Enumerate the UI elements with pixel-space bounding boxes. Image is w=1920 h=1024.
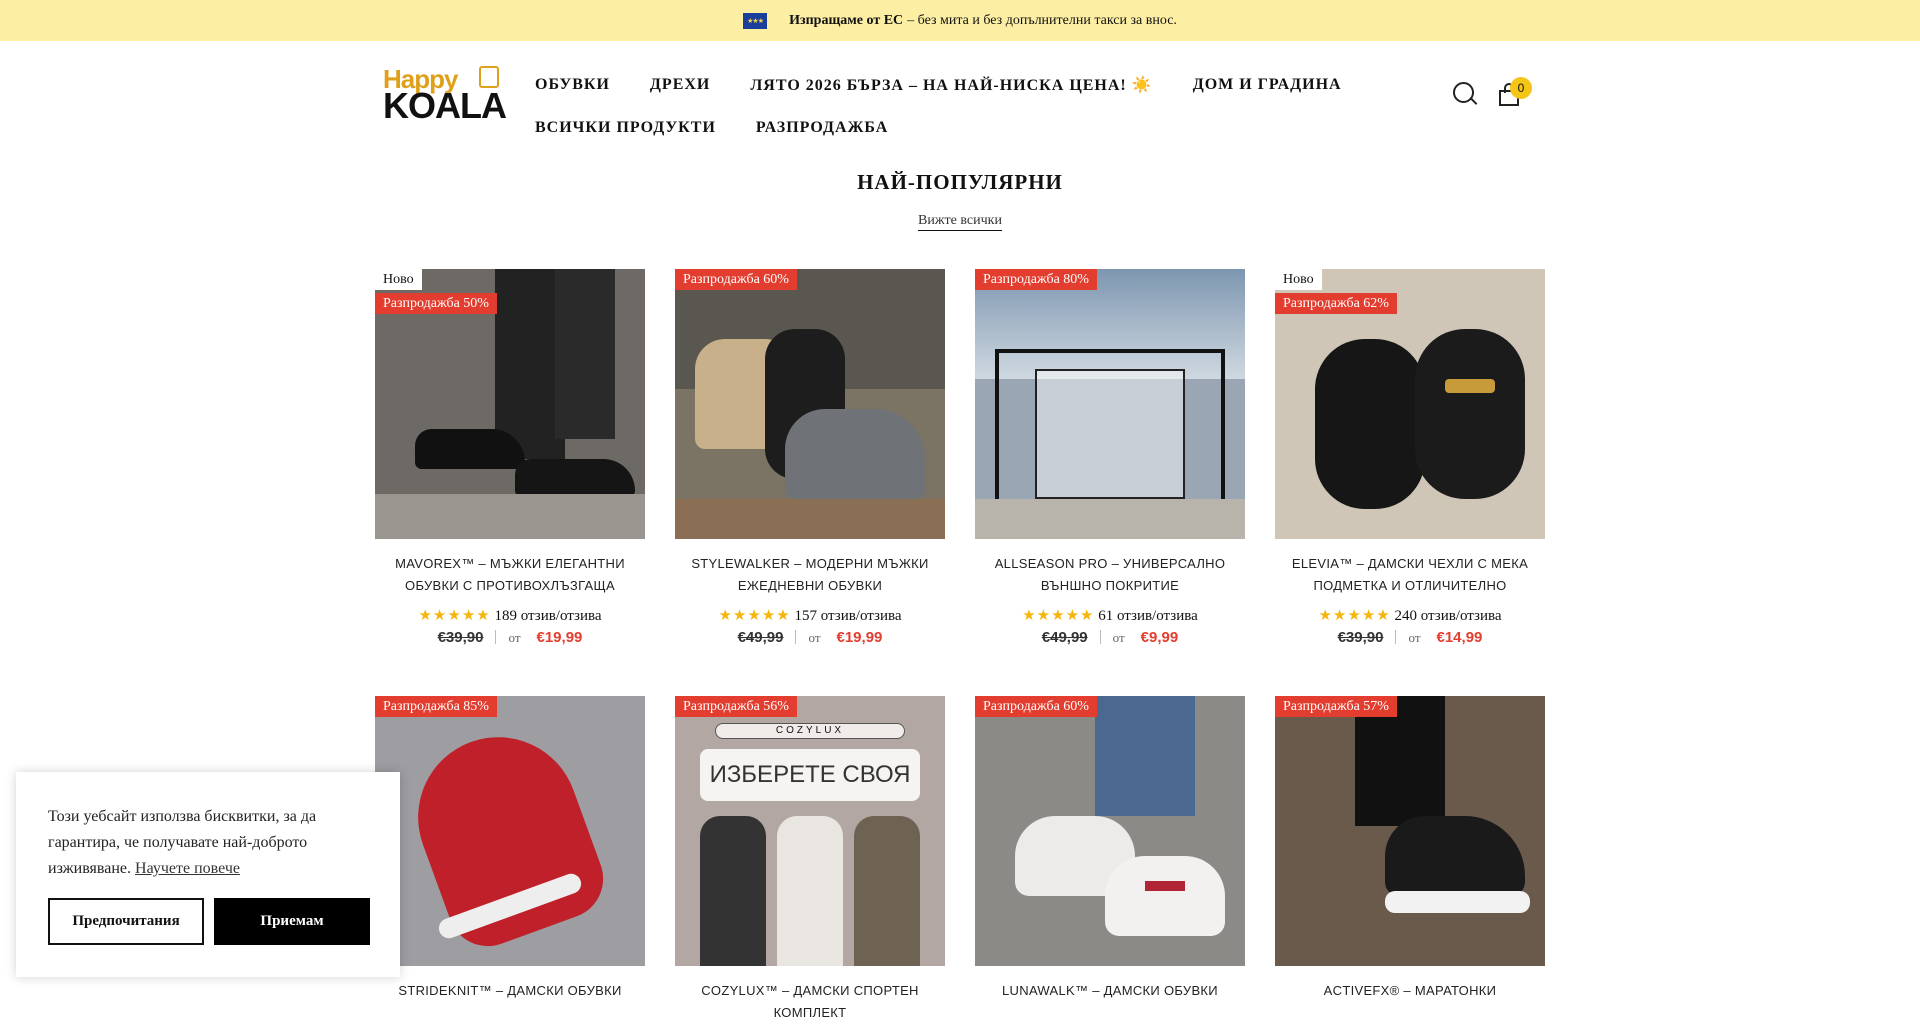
- main-nav: ОБУВКИ ДРЕХИ ЛЯТО 2026 БЪРЗА – НА НАЙ-НИ…: [535, 63, 1405, 149]
- product-image[interactable]: [675, 269, 945, 539]
- product-title[interactable]: MAVOREX™ – МЪЖКИ ЕЛЕГАНТНИ ОБУВКИ С ПРОТ…: [375, 553, 645, 597]
- cozylux-brand: COZYLUX: [715, 723, 905, 739]
- new-badge: Ново: [375, 269, 422, 290]
- sale-badge: Разпродажба 50%: [375, 293, 497, 314]
- old-price: €39,90: [1337, 629, 1384, 646]
- price-divider: [1099, 630, 1101, 644]
- new-badge: Ново: [1275, 269, 1322, 290]
- nav-summer-2026[interactable]: ЛЯТО 2026 БЪРЗА – НА НАЙ-НИСКА ЦЕНА! ☀️: [750, 75, 1152, 95]
- product-rating: ★★★★★ 157 отзив/отзива: [675, 606, 945, 625]
- product-price: €49,99 от €19,99: [675, 629, 945, 646]
- announcement-bold: Изпращаме от ЕС: [789, 12, 904, 28]
- cookie-preferences-button[interactable]: Предпочитания: [48, 898, 204, 945]
- product-title[interactable]: ALLSEASON PRO – УНИВЕРСАЛНО ВЪНШНО ПОКРИ…: [975, 553, 1245, 597]
- product-price: €49,99 от €9,99: [975, 629, 1245, 646]
- product-title[interactable]: STYLEWALKER – МОДЕРНИ МЪЖКИ ЕЖЕДНЕВНИ ОБ…: [675, 553, 945, 597]
- nav-all-products[interactable]: ВСИЧКИ ПРОДУКТИ: [535, 119, 716, 137]
- rating-stars-icon: ★★★★★: [1022, 608, 1095, 624]
- product-title[interactable]: LUNAWALK™ – ДАМСКИ ОБУВКИ: [975, 980, 1245, 1002]
- old-price: €49,99: [737, 629, 784, 646]
- old-price: €39,90: [437, 629, 484, 646]
- price-from-label: от: [508, 630, 521, 645]
- price-divider: [1395, 630, 1397, 644]
- review-count: 61 отзив/отзива: [1098, 608, 1198, 624]
- sale-badge: Разпродажба 80%: [975, 269, 1097, 290]
- product-image[interactable]: [975, 696, 1245, 966]
- sale-badge: Разпродажба 57%: [1275, 696, 1397, 717]
- logo-word-koala: KOALA: [383, 85, 507, 126]
- product-price: €39,90 от €14,99: [1275, 629, 1545, 646]
- announcement-text: – без мита и без допълнителни такси за в…: [907, 12, 1177, 28]
- product-rating: ★★★★★ 240 отзив/отзива: [1275, 606, 1545, 625]
- rating-stars-icon: ★★★★★: [418, 608, 491, 624]
- product-image[interactable]: [975, 269, 1245, 539]
- nav-shoes[interactable]: ОБУВКИ: [535, 76, 610, 94]
- rating-stars-icon: ★★★★★: [1318, 608, 1391, 624]
- search-icon[interactable]: [1452, 81, 1478, 107]
- review-count: 157 отзив/отзива: [794, 608, 902, 624]
- product-rating: ★★★★★ 61 отзив/отзива: [975, 606, 1245, 625]
- product-image[interactable]: [375, 696, 645, 966]
- cookie-text-block: Този уебсайт използва бисквитки, за да г…: [48, 804, 368, 882]
- product-title[interactable]: STRIDEKNIT™ – ДАМСКИ ОБУВКИ: [375, 980, 645, 1002]
- review-count: 189 отзив/отзива: [494, 608, 602, 624]
- rating-stars-icon: ★★★★★: [718, 608, 791, 624]
- eu-flag-icon: ★★★: [743, 12, 768, 29]
- nav-row-1: ОБУВКИ ДРЕХИ ЛЯТО 2026 БЪРЗА – НА НАЙ-НИ…: [535, 63, 1405, 106]
- sale-price: €19,99: [836, 629, 883, 646]
- cookie-accept-button[interactable]: Приемам: [214, 898, 370, 945]
- sale-badge: Разпродажба 60%: [975, 696, 1097, 717]
- nav-clothes[interactable]: ДРЕХИ: [650, 76, 710, 94]
- price-divider: [495, 630, 497, 644]
- cookie-banner: Този уебсайт използва бисквитки, за да г…: [16, 772, 400, 977]
- price-from-label: от: [808, 630, 821, 645]
- product-image[interactable]: COZYLUX ИЗБЕРЕТЕ СВОЯ: [675, 696, 945, 966]
- site-header: Happy KOALA ОБУВКИ ДРЕХИ ЛЯТО 2026 БЪРЗА…: [0, 41, 1920, 151]
- review-count: 240 отзив/отзива: [1394, 608, 1502, 624]
- price-from-label: от: [1112, 630, 1125, 645]
- sale-badge: Разпродажба 56%: [675, 696, 797, 717]
- old-price: €49,99: [1041, 629, 1088, 646]
- product-title[interactable]: ACTIVEFX® – МАРАТОНКИ: [1275, 980, 1545, 1002]
- view-all-link[interactable]: Вижте всички: [918, 213, 1002, 231]
- section-title: НАЙ-ПОПУЛЯРНИ: [857, 170, 1063, 194]
- sale-badge: Разпродажба 60%: [675, 269, 797, 290]
- nav-sale[interactable]: РАЗПРОДАЖБА: [756, 119, 888, 137]
- cart-count-badge: 0: [1510, 77, 1532, 99]
- logo[interactable]: Happy KOALA: [383, 64, 507, 124]
- product-price: €39,90 от €19,99: [375, 629, 645, 646]
- product-title[interactable]: COZYLUX™ – ДАМСКИ СПОРТЕН КОМПЛЕКТ: [675, 980, 945, 1024]
- product-title[interactable]: ELEVIA™ – ДАМСКИ ЧЕХЛИ С МЕКА ПОДМЕТКА И…: [1275, 553, 1545, 597]
- product-image[interactable]: [1275, 696, 1545, 966]
- announcement-bar: ★★★ Изпращаме от ЕС – без мита и без доп…: [0, 0, 1920, 41]
- cookie-buttons: Предпочитания Приемам: [48, 898, 370, 945]
- sale-badge: Разпродажба 85%: [375, 696, 497, 717]
- cozylux-heading: ИЗБЕРЕТЕ СВОЯ: [700, 749, 920, 801]
- sale-price: €19,99: [536, 629, 583, 646]
- sale-badge: Разпродажба 62%: [1275, 293, 1397, 314]
- price-divider: [795, 630, 797, 644]
- cookie-learn-more-link[interactable]: Научете повече: [135, 860, 240, 877]
- product-rating: ★★★★★ 189 отзив/отзива: [375, 606, 645, 625]
- nav-row-2: ВСИЧКИ ПРОДУКТИ РАЗПРОДАЖБА: [535, 106, 1405, 149]
- price-from-label: от: [1408, 630, 1421, 645]
- view-all-link-wrap: Вижте всички: [0, 213, 1920, 231]
- nav-home-garden[interactable]: ДОМ И ГРАДИНА: [1193, 76, 1342, 94]
- sale-price: €14,99: [1436, 629, 1483, 646]
- sale-price: €9,99: [1140, 629, 1179, 646]
